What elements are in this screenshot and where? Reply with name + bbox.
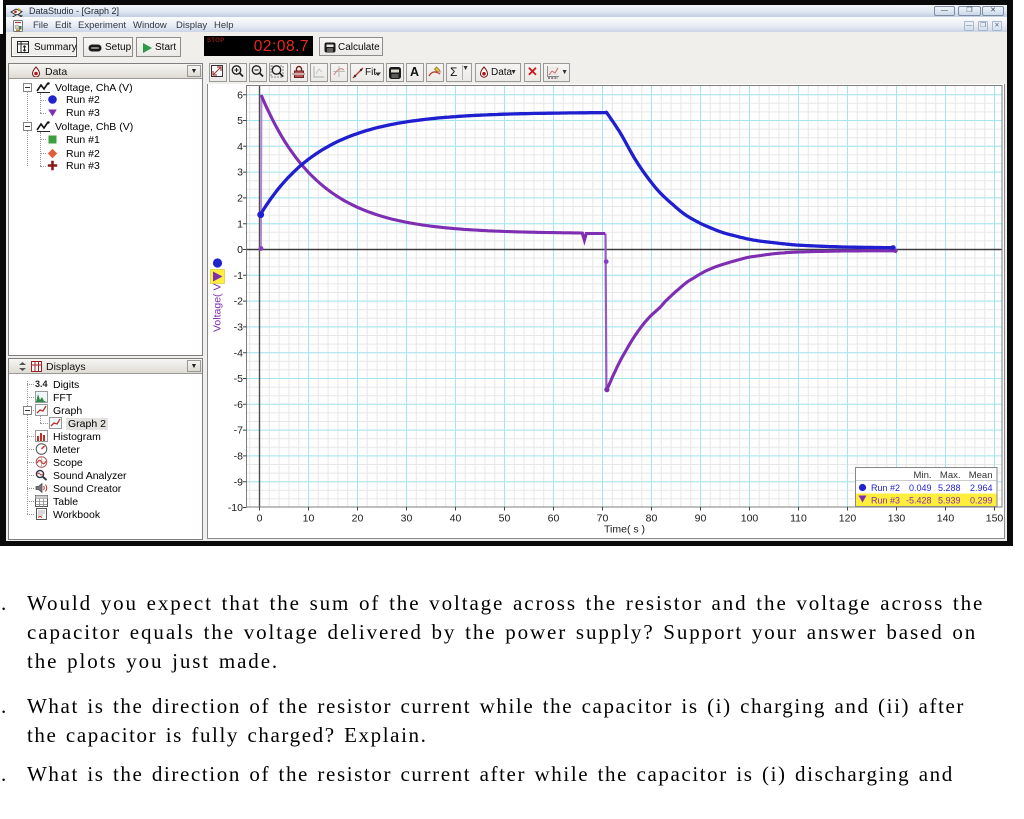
svg-text:40: 40 — [450, 513, 462, 525]
svg-text:-2: -2 — [234, 296, 243, 308]
svg-text:0: 0 — [237, 244, 243, 256]
svg-text:90: 90 — [695, 513, 707, 525]
svg-text:30: 30 — [401, 513, 413, 525]
svg-text:0.299: 0.299 — [970, 496, 993, 506]
svg-text:5.939: 5.939 — [938, 496, 961, 506]
svg-text:0: 0 — [257, 513, 263, 525]
svg-text:0.049: 0.049 — [909, 483, 932, 493]
svg-text:Time( s ): Time( s ) — [604, 524, 645, 536]
svg-text:1: 1 — [237, 218, 243, 230]
svg-text:5.288: 5.288 — [938, 483, 961, 493]
svg-text:10: 10 — [303, 513, 315, 525]
svg-text:Min.: Min. — [914, 470, 932, 481]
svg-text:Voltage( V ): Voltage( V ) — [212, 277, 224, 332]
svg-text:120: 120 — [839, 513, 857, 525]
svg-text:110: 110 — [790, 513, 807, 525]
svg-text:5: 5 — [237, 115, 243, 127]
svg-text:-8: -8 — [234, 451, 243, 463]
svg-text:80: 80 — [646, 513, 658, 525]
svg-text:140: 140 — [937, 513, 955, 525]
svg-text:Mean: Mean — [969, 470, 993, 481]
svg-text:4: 4 — [237, 141, 243, 153]
svg-text:150: 150 — [986, 513, 1004, 525]
svg-text:2.964: 2.964 — [970, 483, 993, 493]
svg-text:-10: -10 — [228, 502, 243, 514]
svg-text:-3: -3 — [234, 322, 243, 334]
svg-text:Max.: Max. — [940, 470, 961, 481]
svg-text:-5: -5 — [234, 373, 243, 385]
svg-text:-9: -9 — [234, 476, 243, 488]
svg-text:50: 50 — [499, 513, 511, 525]
svg-text:Run #2: Run #2 — [871, 483, 900, 493]
svg-text:2: 2 — [237, 193, 243, 205]
svg-text:-6: -6 — [234, 399, 243, 411]
svg-text:100: 100 — [741, 513, 759, 525]
svg-text:20: 20 — [352, 513, 364, 525]
svg-text:3: 3 — [237, 167, 243, 179]
svg-text:130: 130 — [888, 513, 906, 525]
svg-text:3.4: 3.4 — [35, 379, 48, 389]
svg-text:-7: -7 — [234, 425, 243, 437]
svg-text:6: 6 — [237, 89, 243, 101]
svg-text:Run #3: Run #3 — [871, 496, 900, 506]
svg-text:60: 60 — [548, 513, 560, 525]
svg-text:-1: -1 — [234, 270, 243, 282]
svg-text:-5.428: -5.428 — [906, 496, 932, 506]
svg-text:-4: -4 — [234, 347, 243, 359]
